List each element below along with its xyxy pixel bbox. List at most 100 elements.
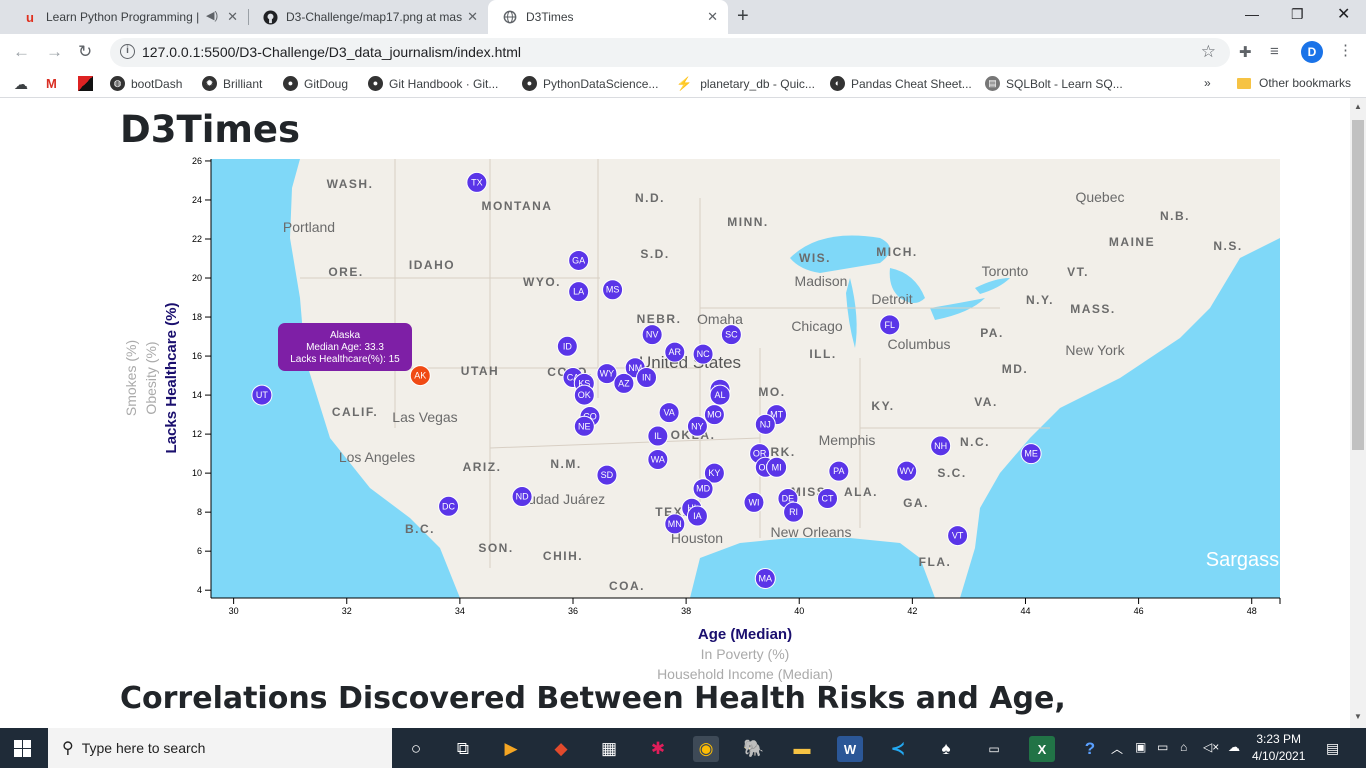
apps-cloud-icon[interactable]: ☁ xyxy=(14,76,28,93)
media-player-icon[interactable]: ▶ xyxy=(498,736,524,762)
menu-kebab-icon[interactable]: ⋮ xyxy=(1338,41,1353,59)
state-point[interactable]: NE xyxy=(573,415,595,437)
notifications-icon[interactable]: ▤ xyxy=(1326,740,1339,757)
site-info-icon[interactable]: i xyxy=(120,44,135,59)
state-point[interactable]: UT xyxy=(251,384,273,406)
close-tab-icon[interactable]: ✕ xyxy=(467,9,478,25)
state-point[interactable]: MN xyxy=(664,513,686,535)
restore-icon[interactable]: ❐ xyxy=(1291,6,1304,23)
slack-icon[interactable]: ✱ xyxy=(645,736,671,762)
git-kraken-icon[interactable]: ◆ xyxy=(548,736,574,762)
state-point[interactable]: ID xyxy=(556,335,578,357)
network-icon[interactable]: ⌂ xyxy=(1180,740,1187,754)
forward-icon[interactable]: → xyxy=(46,42,63,62)
state-point[interactable]: RI xyxy=(783,501,805,523)
tab-learn-python[interactable]: u Learn Python Programming | ◀) ✕ xyxy=(8,0,248,34)
state-point[interactable]: OK xyxy=(573,384,595,406)
word-icon[interactable]: W xyxy=(837,736,863,762)
file-explorer-icon[interactable]: ▬ xyxy=(789,736,815,762)
volume-icon[interactable]: ◁× xyxy=(1203,740,1219,754)
extensions-icon[interactable]: ✚ xyxy=(1239,43,1252,61)
state-point[interactable]: ND xyxy=(511,486,533,508)
excel-icon[interactable]: X xyxy=(1029,736,1055,762)
state-point[interactable]: WV xyxy=(896,460,918,482)
scroll-thumb[interactable] xyxy=(1352,120,1364,450)
profile-avatar[interactable]: D xyxy=(1301,41,1323,63)
state-point[interactable]: MS xyxy=(602,279,624,301)
state-point[interactable]: IA xyxy=(686,505,708,527)
bookmark-brilliant[interactable]: ✹ Brilliant xyxy=(202,76,262,91)
state-point[interactable]: MI xyxy=(766,456,788,478)
y-axis-label-healthcare[interactable]: Lacks Healthcare (%) xyxy=(163,303,180,454)
bookmark-planetary-db[interactable]: ⚡ planetary_db - Quic... xyxy=(676,76,815,92)
bookmark-star-icon[interactable]: ☆ xyxy=(1201,42,1216,62)
state-point[interactable]: CT xyxy=(817,487,839,509)
bookmark-gitdoug[interactable]: ● GitDoug xyxy=(283,76,348,91)
address-bar[interactable]: i 127.0.0.1:5500/D3-Challenge/D3_data_jo… xyxy=(110,38,1230,67)
y-axis-label-smokes[interactable]: Smokes (%) xyxy=(123,340,139,416)
reading-list-icon[interactable]: ≡ xyxy=(1270,43,1279,60)
state-point[interactable]: GA xyxy=(568,249,590,271)
state-point[interactable]: MA xyxy=(754,567,776,589)
state-point[interactable]: FL xyxy=(879,314,901,336)
battery-icon[interactable]: ▭ xyxy=(1157,740,1168,754)
more-bookmarks-icon[interactable]: » xyxy=(1204,76,1211,90)
reload-icon[interactable]: ↻ xyxy=(78,42,92,62)
help-icon[interactable]: ? xyxy=(1077,736,1103,762)
x-axis-label-age[interactable]: Age (Median) xyxy=(698,626,792,643)
state-point[interactable]: AZ xyxy=(613,372,635,394)
taskbar-search-box[interactable]: ⚲ Type here to search xyxy=(48,728,392,768)
state-point[interactable]: SD xyxy=(596,464,618,486)
state-point[interactable]: AK xyxy=(409,365,431,387)
state-point[interactable]: WA xyxy=(647,448,669,470)
calculator-icon[interactable]: ▦ xyxy=(596,736,622,762)
bookmark-pythondatascience[interactable]: ● PythonDataScience... xyxy=(522,76,658,91)
scroll-up-icon[interactable]: ▲ xyxy=(1354,102,1362,111)
minimize-icon[interactable]: — xyxy=(1245,6,1259,22)
tab-github-map[interactable]: D3-Challenge/map17.png at mas ✕ xyxy=(248,0,488,34)
audio-icon[interactable]: ◀) xyxy=(206,9,218,22)
state-point[interactable]: IL xyxy=(647,425,669,447)
meet-now-icon[interactable]: ▣ xyxy=(1135,740,1146,754)
close-tab-icon[interactable]: ✕ xyxy=(707,9,718,25)
state-point[interactable]: MD xyxy=(692,478,714,500)
state-point[interactable]: MO xyxy=(703,404,725,426)
postgres-icon[interactable]: 🐘 xyxy=(741,736,767,762)
state-point[interactable]: PA xyxy=(828,460,850,482)
state-point[interactable]: NH xyxy=(930,435,952,457)
close-window-icon[interactable]: ✕ xyxy=(1337,4,1350,24)
state-point[interactable]: LA xyxy=(568,281,590,303)
state-point[interactable]: TX xyxy=(466,171,488,193)
bookmark-app-icon[interactable] xyxy=(78,76,93,91)
back-icon[interactable]: ← xyxy=(13,42,30,62)
bookmark-bootdash[interactable]: ◍ bootDash xyxy=(110,76,182,91)
state-point[interactable]: ME xyxy=(1020,443,1042,465)
scroll-down-icon[interactable]: ▼ xyxy=(1354,712,1362,721)
bookmark-pandas[interactable]: ◐ Pandas Cheat Sheet... xyxy=(830,76,972,91)
task-view-icon[interactable]: ⧉ xyxy=(450,736,476,762)
tab-d3times[interactable]: D3Times ✕ xyxy=(488,0,728,34)
state-point[interactable]: NJ xyxy=(754,413,776,435)
state-point[interactable]: VT xyxy=(947,525,969,547)
url-text[interactable]: 127.0.0.1:5500/D3-Challenge/D3_data_jour… xyxy=(142,44,521,60)
bookmark-git-handbook[interactable]: ● Git Handbook · Git... xyxy=(368,76,498,91)
tray-chevron-icon[interactable]: ︿ xyxy=(1111,740,1123,757)
state-point[interactable]: WI xyxy=(743,491,765,513)
state-point[interactable]: IN xyxy=(636,367,658,389)
gmail-icon[interactable]: M xyxy=(46,76,57,91)
state-point[interactable]: NY xyxy=(686,415,708,437)
state-point[interactable]: SC xyxy=(720,324,742,346)
state-point[interactable]: VA xyxy=(658,402,680,424)
x-axis-label-poverty[interactable]: In Poverty (%) xyxy=(701,646,790,662)
state-point[interactable]: AL xyxy=(709,384,731,406)
bookmark-sqlbolt[interactable]: ▤ SQLBolt - Learn SQ... xyxy=(985,76,1123,91)
new-tab-button[interactable]: + xyxy=(737,5,749,28)
windows-start-icon[interactable] xyxy=(14,740,31,762)
y-axis-label-obesity[interactable]: Obesity (%) xyxy=(143,341,159,414)
state-point[interactable]: NC xyxy=(692,343,714,365)
cortana-icon[interactable]: ○ xyxy=(403,736,429,762)
onedrive-icon[interactable]: ☁ xyxy=(1228,740,1240,754)
close-tab-icon[interactable]: ✕ xyxy=(227,9,238,25)
vscode-icon[interactable]: ≺ xyxy=(885,736,911,762)
taskbar-clock[interactable]: 3:23 PM 4/10/2021 xyxy=(1252,731,1305,765)
